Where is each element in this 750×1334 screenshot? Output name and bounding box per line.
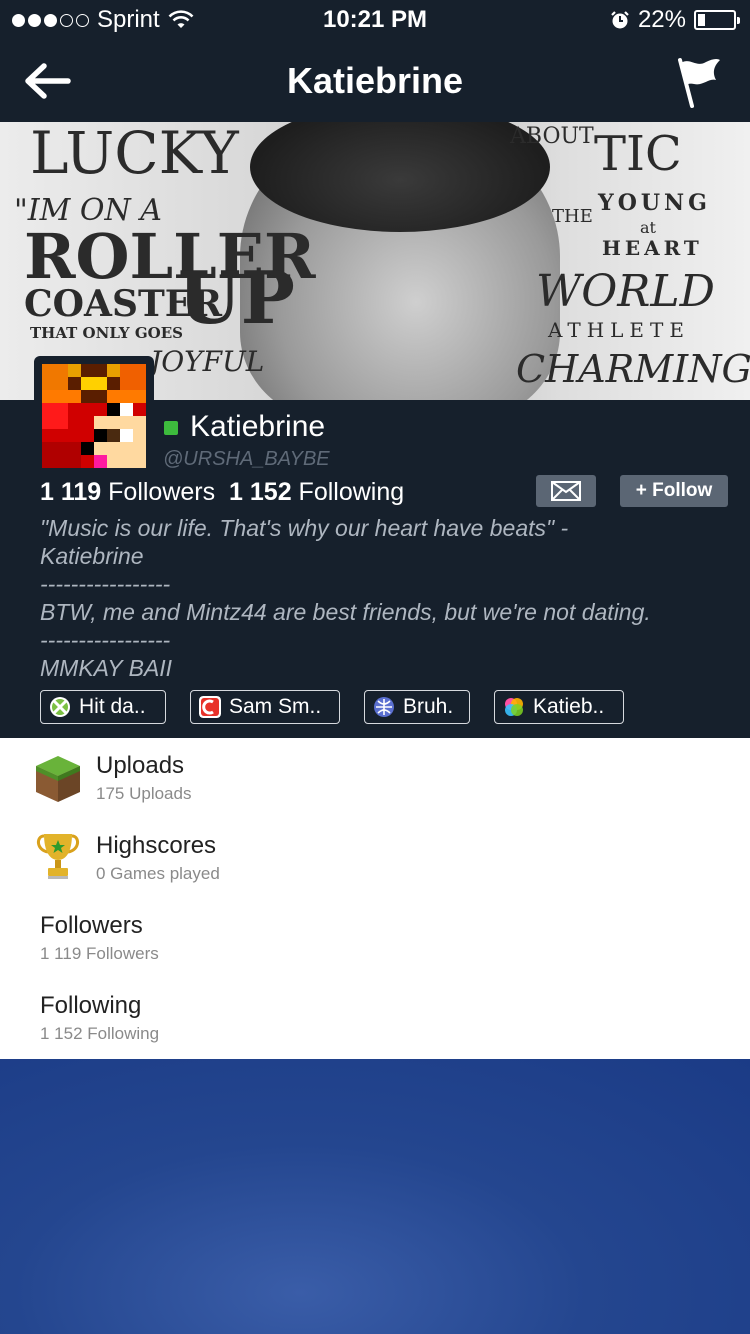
favorite-chip[interactable]: Katieb.. bbox=[494, 690, 624, 724]
banner-word: JOYFUL bbox=[150, 345, 265, 378]
page-title: Katiebrine bbox=[286, 60, 464, 101]
follow-button[interactable]: + Follow bbox=[620, 475, 728, 507]
favorite-label: Hit da.. bbox=[79, 695, 146, 718]
menu-item-title: Uploads bbox=[96, 752, 185, 779]
menu-item-subtitle: 0 Games played bbox=[96, 864, 220, 883]
profile-bio: "Music is our life. That's why our heart… bbox=[40, 514, 730, 682]
banner-word: ABOUT bbox=[510, 124, 594, 149]
battery-icon bbox=[694, 10, 740, 30]
followers-label[interactable]: Followers bbox=[108, 478, 215, 506]
favorite-chip[interactable]: Bruh. bbox=[364, 690, 470, 724]
background-gradient bbox=[0, 1059, 750, 1334]
bio-line: ----------------- bbox=[40, 627, 171, 653]
favorite-label: Sam Sm.. bbox=[229, 695, 322, 718]
bio-line: ----------------- bbox=[40, 571, 171, 597]
menu-item-uploads[interactable]: Uploads 175 Uploads bbox=[0, 738, 750, 818]
favorite-chip[interactable]: Sam Sm.. bbox=[190, 690, 340, 724]
favorite-label: Katieb.. bbox=[533, 695, 605, 718]
banner-word: LUCKY bbox=[30, 122, 239, 187]
status-bar: Sprint 10:21 PM 22% bbox=[0, 0, 750, 40]
bio-line: BTW, me and Mintz44 are best friends, bu… bbox=[40, 599, 651, 625]
menu-item-following[interactable]: Following 1 152 Following bbox=[0, 978, 750, 1058]
bio-line: MMKAY BAII bbox=[40, 655, 173, 681]
report-flag-icon[interactable] bbox=[674, 54, 724, 108]
status-right: 22% bbox=[610, 6, 740, 34]
menu-item-subtitle: 1 152 Following bbox=[40, 1024, 160, 1043]
banner-word: CHARMING bbox=[516, 347, 750, 391]
trophy-icon bbox=[37, 834, 79, 879]
message-button[interactable] bbox=[536, 475, 596, 507]
favorite-label: Bruh. bbox=[403, 695, 454, 718]
banner-word: YOUNG bbox=[598, 190, 711, 216]
pixel-skin-avatar-icon bbox=[42, 364, 146, 468]
sports-icon bbox=[374, 697, 394, 717]
follow-stats: 1 119 Followers 1 152 Following bbox=[40, 478, 404, 507]
profile-handle: @URSHA_BAYBE bbox=[163, 448, 330, 470]
online-status-indicator bbox=[164, 421, 178, 435]
banner-word: TIC bbox=[594, 126, 682, 182]
profile-info-panel: Katiebrine @URSHA_BAYBE 1 119 Followers … bbox=[0, 356, 750, 738]
banner-word: ATHLETE bbox=[548, 318, 690, 342]
following-count[interactable]: 1 152 bbox=[229, 478, 292, 506]
banner-word: at bbox=[640, 218, 656, 237]
menu-item-title: Highscores bbox=[96, 832, 217, 859]
banner-word: THE bbox=[552, 206, 593, 227]
menu-item-subtitle: 1 119 Followers bbox=[40, 944, 159, 963]
profile-menu-list: Uploads 175 Uploads Highscores 0 Games p… bbox=[0, 738, 750, 1059]
grass-block-icon bbox=[36, 756, 80, 802]
sam-smith-icon bbox=[199, 696, 221, 718]
banner-word: HEART bbox=[602, 236, 703, 260]
envelope-icon bbox=[551, 481, 581, 501]
menu-item-highscores[interactable]: Highscores 0 Games played bbox=[0, 818, 750, 898]
followers-count[interactable]: 1 119 bbox=[40, 478, 101, 506]
following-label[interactable]: Following bbox=[299, 478, 405, 506]
xbox-icon bbox=[50, 697, 70, 717]
colorful-icon bbox=[505, 698, 523, 716]
battery-percent: 22% bbox=[637, 6, 686, 33]
battery-level bbox=[698, 14, 706, 26]
avatar[interactable] bbox=[34, 356, 154, 476]
favorite-chip[interactable]: Hit da.. bbox=[40, 690, 166, 724]
banner-word: THAT ONLY GOES bbox=[30, 324, 183, 342]
menu-item-subtitle: 175 Uploads bbox=[96, 784, 192, 803]
menu-item-title: Following bbox=[40, 992, 142, 1019]
menu-item-followers[interactable]: Followers 1 119 Followers bbox=[0, 898, 750, 978]
profile-screen: Sprint 10:21 PM 22% Katiebrine LUCKY "IM… bbox=[0, 0, 750, 1334]
alarm-icon bbox=[611, 11, 629, 29]
banner-word: UP bbox=[178, 255, 295, 340]
bio-line: "Music is our life. That's why our heart… bbox=[40, 515, 569, 541]
menu-item-title: Followers bbox=[40, 912, 143, 939]
profile-username: Katiebrine bbox=[190, 410, 326, 443]
bio-line: Katiebrine bbox=[40, 543, 144, 569]
nav-bar: Katiebrine bbox=[0, 40, 750, 122]
banner-word: WORLD bbox=[536, 266, 715, 317]
